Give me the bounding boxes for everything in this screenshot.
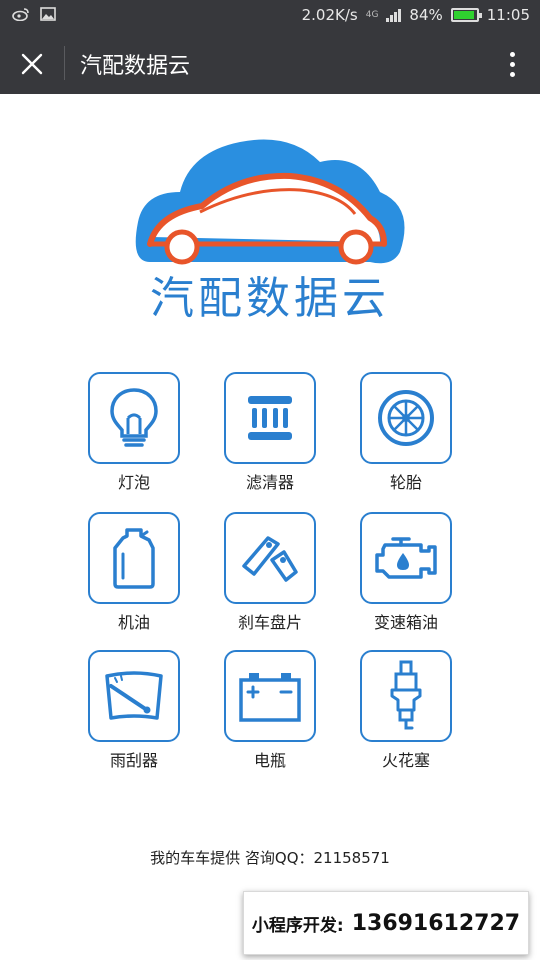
category-tire[interactable]: 轮胎: [346, 372, 466, 493]
tire-icon: [378, 390, 434, 446]
category-label: 轮胎: [389, 473, 422, 492]
spark-plug-icon: [390, 660, 422, 730]
category-brake-pad[interactable]: 刹车盘片: [210, 512, 330, 633]
category-label: 刹车盘片: [237, 613, 302, 632]
filter-icon: [248, 396, 292, 440]
signal-icon: [386, 8, 402, 22]
clock: 11:05: [486, 6, 530, 24]
brake-pad-icon: [242, 536, 298, 582]
developer-phone[interactable]: 13691612727: [352, 911, 520, 936]
battery-icon: [239, 673, 301, 722]
more-vertical-icon: [509, 51, 515, 57]
category-label: 火花塞: [381, 751, 430, 770]
category-light-bulb[interactable]: 灯泡: [74, 372, 194, 493]
image-icon: [40, 7, 56, 21]
footer-contact: 我的车车提供 咨询QQ：21158571: [150, 849, 390, 867]
close-icon: [21, 53, 43, 75]
status-bar: 2.02K/s 4G 84% 11:05: [0, 0, 540, 32]
category-label: 电瓶: [253, 751, 286, 770]
category-battery[interactable]: 电瓶: [210, 650, 330, 771]
category-spark-plug[interactable]: 火花塞: [346, 650, 466, 771]
wiper-icon: [105, 671, 163, 720]
category-label: 雨刮器: [109, 751, 158, 770]
title-divider: [64, 46, 65, 80]
category-label: 滤清器: [245, 473, 294, 492]
oil-bottle-icon: [113, 528, 155, 589]
network-speed: 2.02K/s: [301, 6, 358, 24]
weibo-icon: [12, 8, 29, 21]
category-label: 灯泡: [117, 473, 150, 492]
developer-banner[interactable]: 小程序开发: 13691612727: [243, 891, 529, 955]
page-title: 汽配数据云: [80, 54, 191, 79]
category-label: 变速箱油: [373, 613, 438, 632]
transmission-oil-icon: [375, 537, 437, 579]
close-button[interactable]: [14, 46, 50, 82]
category-transmission-oil[interactable]: 变速箱油: [346, 512, 466, 633]
category-label: 机油: [117, 613, 150, 632]
battery-icon: [450, 8, 482, 22]
developer-label: 小程序开发:: [251, 915, 344, 936]
category-wiper[interactable]: 雨刮器: [74, 650, 194, 771]
light-bulb-icon: [110, 388, 158, 447]
logo-text: 汽配数据云: [150, 273, 390, 324]
network-type: 4G: [365, 10, 379, 20]
battery-percent: 84%: [409, 6, 443, 24]
more-button[interactable]: [502, 46, 522, 82]
title-bar: 汽配数据云: [0, 32, 540, 94]
category-oil[interactable]: 机油: [74, 512, 194, 633]
category-filter[interactable]: 滤清器: [210, 372, 330, 493]
